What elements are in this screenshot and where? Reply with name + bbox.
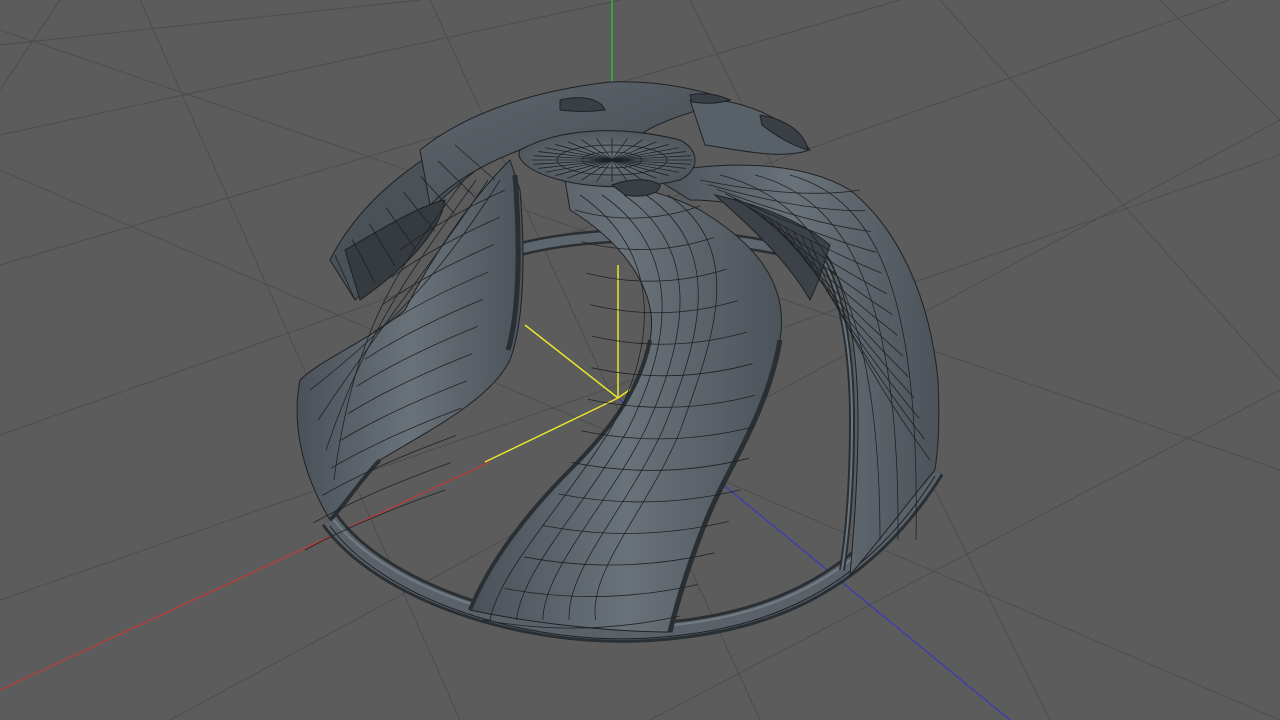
- viewport-canvas[interactable]: [0, 0, 1280, 720]
- grid-line: [0, 0, 421, 46]
- 3d-viewport[interactable]: [0, 0, 1280, 720]
- grid-line: [939, 0, 1280, 381]
- grid-line: [0, 0, 61, 91]
- grid-line: [1159, 0, 1280, 121]
